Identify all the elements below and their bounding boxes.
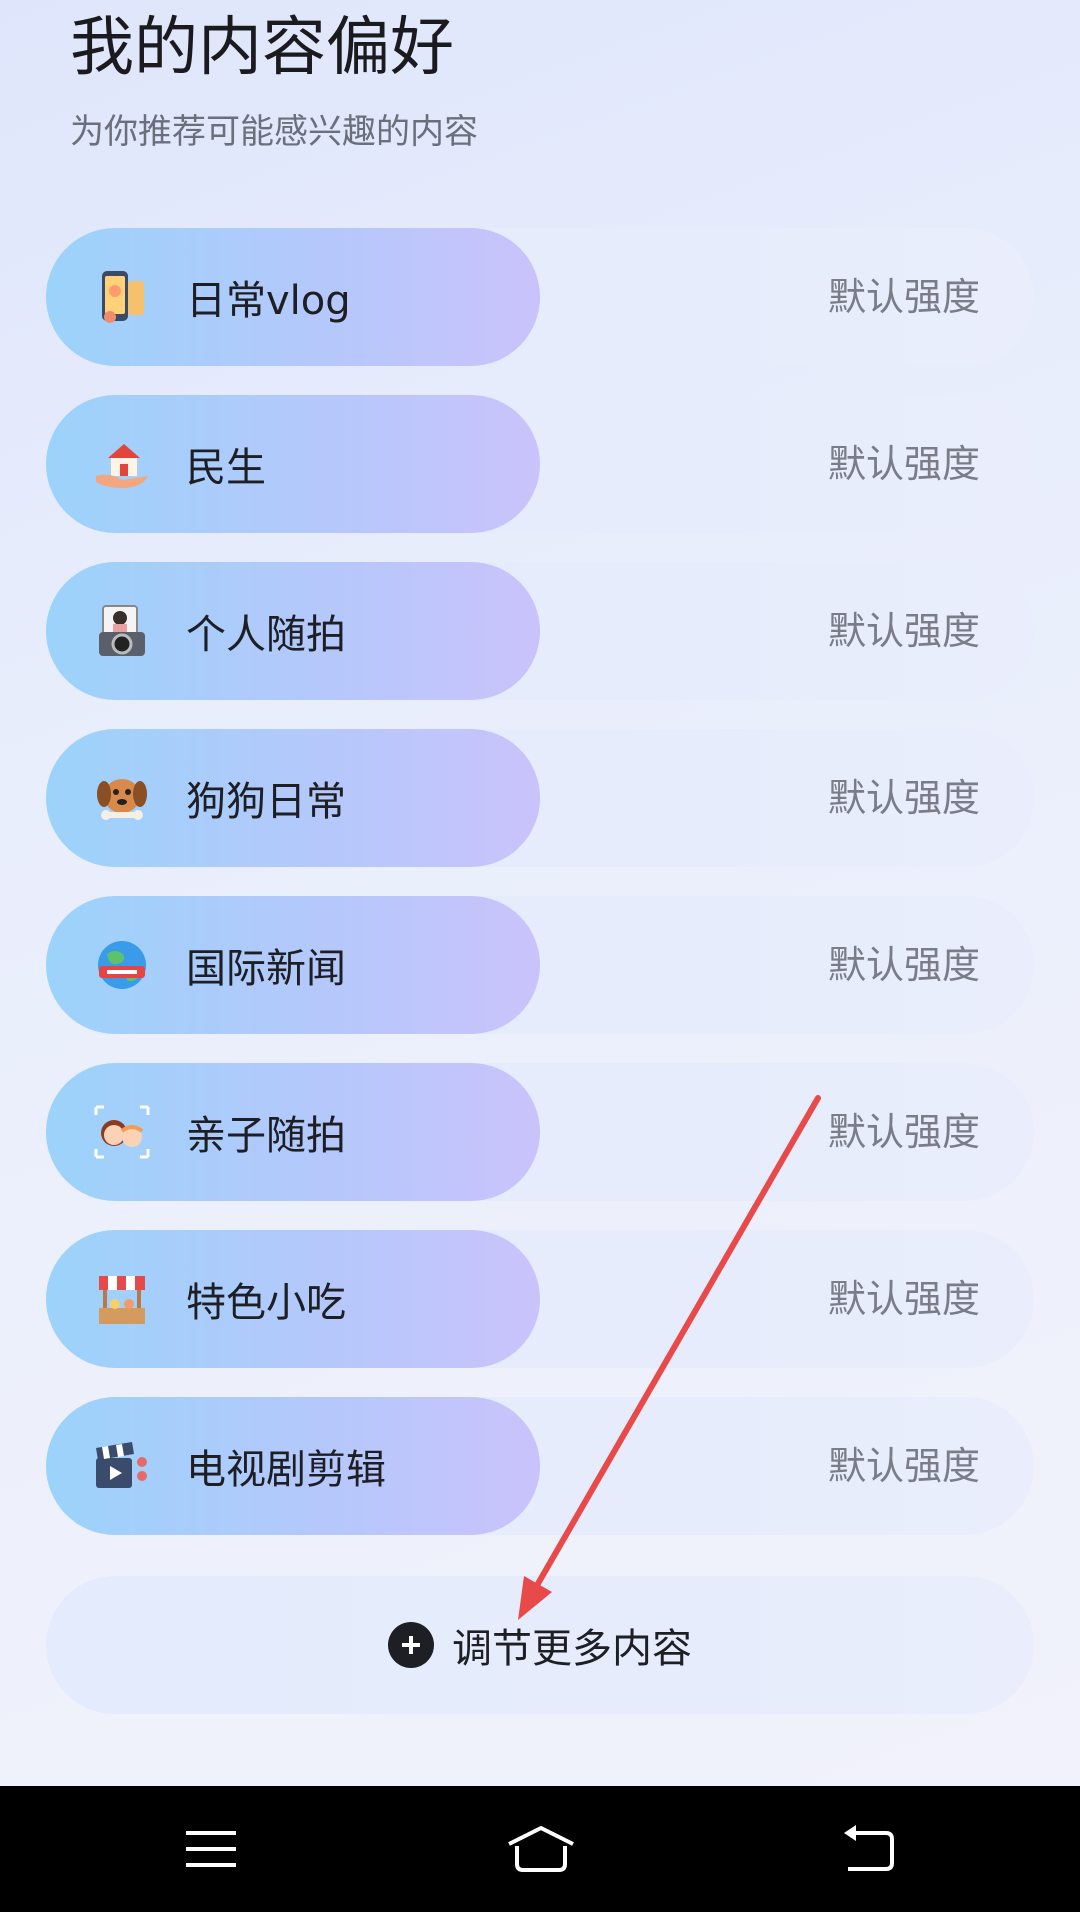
- preference-row-personal-shots[interactable]: 个人随拍 默认强度: [46, 562, 1034, 700]
- preference-row-tv-clips[interactable]: 电视剧剪辑 默认强度: [46, 1397, 1034, 1535]
- clapperboard-icon: [90, 1434, 154, 1498]
- page-title: 我的内容偏好: [70, 11, 454, 85]
- preference-row-local-snacks[interactable]: 特色小吃 默认强度: [46, 1230, 1034, 1368]
- preference-row-livelihood[interactable]: 民生 默认强度: [46, 395, 1034, 533]
- preference-row-world-news[interactable]: 国际新闻 默认强度: [46, 896, 1034, 1034]
- preference-label: 亲子随拍: [186, 1113, 346, 1159]
- menu-icon[interactable]: [161, 1814, 261, 1884]
- food-stall-icon: [90, 1267, 154, 1331]
- preference-label: 日常vlog: [186, 278, 351, 324]
- preference-pill[interactable]: 国际新闻: [46, 896, 540, 1034]
- preference-row-daily-vlog[interactable]: 日常vlog 默认强度: [46, 228, 1034, 366]
- preference-pill[interactable]: 民生: [46, 395, 540, 533]
- strength-value[interactable]: 默认强度: [828, 395, 980, 533]
- preference-label: 民生: [186, 445, 266, 491]
- camera-portrait-icon: [90, 599, 154, 663]
- preference-pill[interactable]: 狗狗日常: [46, 729, 540, 867]
- preference-pill[interactable]: 电视剧剪辑: [46, 1397, 540, 1535]
- preference-label: 国际新闻: [186, 946, 346, 992]
- preference-label: 特色小吃: [186, 1280, 346, 1326]
- home-icon[interactable]: [491, 1814, 591, 1884]
- strength-value[interactable]: 默认强度: [828, 228, 980, 366]
- adjust-more-label: 调节更多内容: [452, 1626, 692, 1672]
- preference-pill[interactable]: 日常vlog: [46, 228, 540, 366]
- strength-value[interactable]: 默认强度: [828, 1397, 980, 1535]
- preference-label: 个人随拍: [186, 612, 346, 658]
- system-navigation-bar: [0, 1786, 1080, 1912]
- preference-pill[interactable]: 亲子随拍: [46, 1063, 540, 1201]
- house-in-hand-icon: [90, 432, 154, 496]
- strength-value[interactable]: 默认强度: [828, 896, 980, 1034]
- globe-news-icon: [90, 933, 154, 997]
- strength-value[interactable]: 默认强度: [828, 1230, 980, 1368]
- preference-label: 电视剧剪辑: [186, 1447, 386, 1493]
- dog-icon: [90, 766, 154, 830]
- preference-label: 狗狗日常: [186, 779, 346, 825]
- phone-selfie-icon: [90, 265, 154, 329]
- preference-pill[interactable]: 个人随拍: [46, 562, 540, 700]
- preference-list: 日常vlog 默认强度 民生 默认强度 个人随拍 默认强度 狗狗日常 默认强度 …: [46, 228, 1034, 1564]
- preference-pill[interactable]: 特色小吃: [46, 1230, 540, 1368]
- page-subtitle: 为你推荐可能感兴趣的内容: [70, 112, 478, 152]
- preference-row-dog-daily[interactable]: 狗狗日常 默认强度: [46, 729, 1034, 867]
- strength-value[interactable]: 默认强度: [828, 729, 980, 867]
- preference-row-parent-child[interactable]: 亲子随拍 默认强度: [46, 1063, 1034, 1201]
- strength-value[interactable]: 默认强度: [828, 1063, 980, 1201]
- adjust-more-button[interactable]: 调节更多内容: [46, 1576, 1034, 1714]
- parent-child-icon: [90, 1100, 154, 1164]
- back-icon[interactable]: [818, 1814, 918, 1884]
- strength-value[interactable]: 默认强度: [828, 562, 980, 700]
- plus-circle-icon: [388, 1622, 434, 1668]
